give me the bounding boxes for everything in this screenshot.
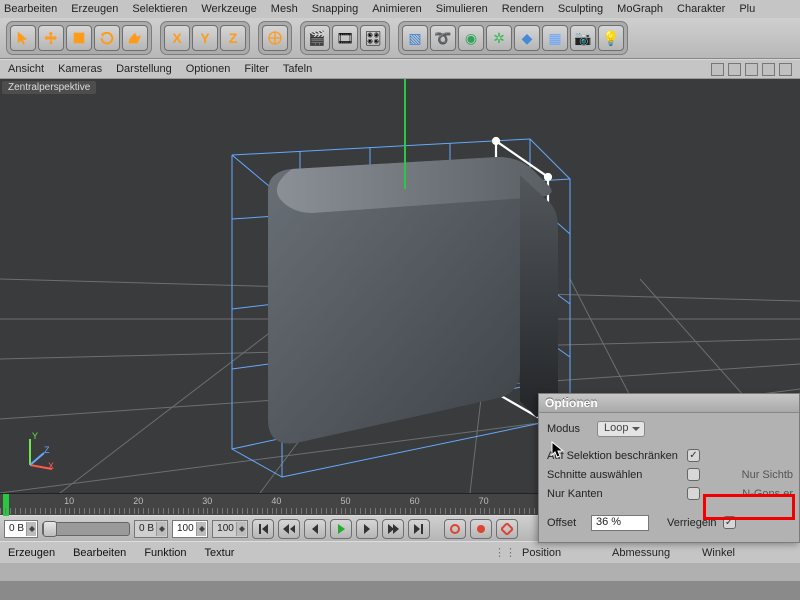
gizmo-x-label: X xyxy=(48,461,54,471)
nurbs-icon[interactable]: ◉ xyxy=(458,25,484,51)
toolgroup-render: 🎬 🎞 🎛 xyxy=(300,21,390,55)
menu-simulieren[interactable]: Simulieren xyxy=(436,3,488,15)
z-axis-icon[interactable]: Z xyxy=(220,25,246,51)
gizmo-y-label: Y xyxy=(32,431,38,441)
toolgroup-coord xyxy=(258,21,292,55)
toolgroup-objects: ▧ ➰ ◉ ✲ ◆ ▦ 📷 💡 xyxy=(398,21,628,55)
attr-size-header: Abmessung xyxy=(612,547,702,559)
vmenu-darstellung[interactable]: Darstellung xyxy=(116,63,172,75)
viewport-menubar: Ansicht Kameras Darstellung Optionen Fil… xyxy=(0,59,800,79)
cube-primitive-icon[interactable]: ▧ xyxy=(402,25,428,51)
move-tool-icon[interactable] xyxy=(38,25,64,51)
menu-animieren[interactable]: Animieren xyxy=(372,3,422,15)
mode-select[interactable]: Loop xyxy=(597,421,645,437)
menu-charakter[interactable]: Charakter xyxy=(677,3,725,15)
scale-tool-icon[interactable] xyxy=(66,25,92,51)
options-panel-title: Optionen xyxy=(539,394,799,413)
range-slider[interactable] xyxy=(42,522,130,536)
step-fwd-icon[interactable] xyxy=(356,519,378,539)
highlight-annotation xyxy=(703,494,795,520)
autokey-icon[interactable] xyxy=(470,519,492,539)
bottom-panel-tabs: Erzeugen Bearbeiten Funktion Textur ⋮⋮ P… xyxy=(0,541,800,563)
vmenu-optionen[interactable]: Optionen xyxy=(186,63,231,75)
menu-snapping[interactable]: Snapping xyxy=(312,3,359,15)
tool-options-panel: Optionen Modus Loop Auf Selektion beschr… xyxy=(538,393,800,543)
main-toolbar: X Y Z 🎬 🎞 🎛 ▧ ➰ ◉ ✲ ◆ ▦ 📷 💡 xyxy=(0,18,800,59)
generator-icon[interactable]: ✲ xyxy=(486,25,512,51)
step-back-key-icon[interactable] xyxy=(278,519,300,539)
render-image-icon[interactable]: 🎬 xyxy=(304,25,330,51)
frame-end-input[interactable]: 100 B xyxy=(212,520,248,538)
light-icon[interactable]: 💡 xyxy=(598,25,624,51)
environment-icon[interactable]: ▦ xyxy=(542,25,568,51)
offset-label: Offset xyxy=(547,517,591,529)
tab-funktion[interactable]: Funktion xyxy=(144,547,186,559)
render-view-icon[interactable]: 🎞 xyxy=(332,25,358,51)
tab-textur[interactable]: Textur xyxy=(205,547,235,559)
frame-start-input[interactable]: 0 B xyxy=(4,520,38,538)
select-cuts-label: Schnitte auswählen xyxy=(547,469,687,481)
y-axis-icon[interactable]: Y xyxy=(192,25,218,51)
viewport-camera-label: Zentralperspektive xyxy=(2,81,96,94)
keyframe-sel-icon[interactable] xyxy=(496,519,518,539)
toolgroup-axis: X Y Z xyxy=(160,21,250,55)
tab-erzeugen[interactable]: Erzeugen xyxy=(8,547,55,559)
only-visible-label: Nur Sichtb xyxy=(742,469,793,481)
vmenu-ansicht[interactable]: Ansicht xyxy=(8,63,44,75)
viewport-layout-icons[interactable] xyxy=(711,63,792,76)
attr-position-header: Position xyxy=(522,547,612,559)
rotate-tool-icon[interactable] xyxy=(94,25,120,51)
menu-sculpting[interactable]: Sculpting xyxy=(558,3,603,15)
mode-label: Modus xyxy=(547,423,597,435)
coord-system-icon[interactable] xyxy=(262,25,288,51)
menu-mograph[interactable]: MoGraph xyxy=(617,3,663,15)
recent-tool-icon[interactable] xyxy=(122,25,148,51)
vmenu-tafeln[interactable]: Tafeln xyxy=(283,63,312,75)
main-menubar: Bearbeiten Erzeugen Selektieren Werkzeug… xyxy=(0,0,800,18)
deformer-icon[interactable]: ◆ xyxy=(514,25,540,51)
restrict-selection-label: Auf Selektion beschränken xyxy=(547,450,687,462)
axis-gizmo: Y Z X xyxy=(14,431,56,473)
range-b-input[interactable]: 100 B xyxy=(172,520,208,538)
tab-bearbeiten[interactable]: Bearbeiten xyxy=(73,547,126,559)
restrict-selection-checkbox[interactable] xyxy=(687,449,700,462)
toolgroup-transform xyxy=(6,21,152,55)
record-icon[interactable] xyxy=(444,519,466,539)
offset-input[interactable]: 36 % xyxy=(591,515,649,531)
gizmo-z-label: Z xyxy=(44,445,50,455)
vmenu-filter[interactable]: Filter xyxy=(244,63,268,75)
camera-icon[interactable]: 📷 xyxy=(570,25,596,51)
menu-erzeugen[interactable]: Erzeugen xyxy=(71,3,118,15)
menu-werkzeuge[interactable]: Werkzeuge xyxy=(201,3,256,15)
menu-mesh[interactable]: Mesh xyxy=(271,3,298,15)
mouse-cursor-icon xyxy=(551,441,565,459)
range-knob[interactable] xyxy=(43,521,57,537)
play-icon[interactable] xyxy=(330,519,352,539)
step-fwd-key-icon[interactable] xyxy=(382,519,404,539)
edges-only-label: Nur Kanten xyxy=(547,488,687,500)
goto-end-icon[interactable] xyxy=(408,519,430,539)
x-axis-icon[interactable]: X xyxy=(164,25,190,51)
vmenu-kameras[interactable]: Kameras xyxy=(58,63,102,75)
range-a-input[interactable]: 0 B xyxy=(134,520,168,538)
viewport[interactable]: Zentralperspektive xyxy=(0,79,800,493)
menu-plugins[interactable]: Plu xyxy=(739,3,755,15)
menu-bearbeiten[interactable]: Bearbeiten xyxy=(4,3,57,15)
attr-angle-header: Winkel xyxy=(702,547,792,559)
step-back-icon[interactable] xyxy=(304,519,326,539)
spline-icon[interactable]: ➰ xyxy=(430,25,456,51)
status-strip xyxy=(0,563,800,581)
menu-selektieren[interactable]: Selektieren xyxy=(132,3,187,15)
render-settings-icon[interactable]: 🎛 xyxy=(360,25,386,51)
edges-only-checkbox[interactable] xyxy=(687,487,700,500)
goto-start-icon[interactable] xyxy=(252,519,274,539)
menu-rendern[interactable]: Rendern xyxy=(502,3,544,15)
select-tool-icon[interactable] xyxy=(10,25,36,51)
select-cuts-checkbox[interactable] xyxy=(687,468,700,481)
